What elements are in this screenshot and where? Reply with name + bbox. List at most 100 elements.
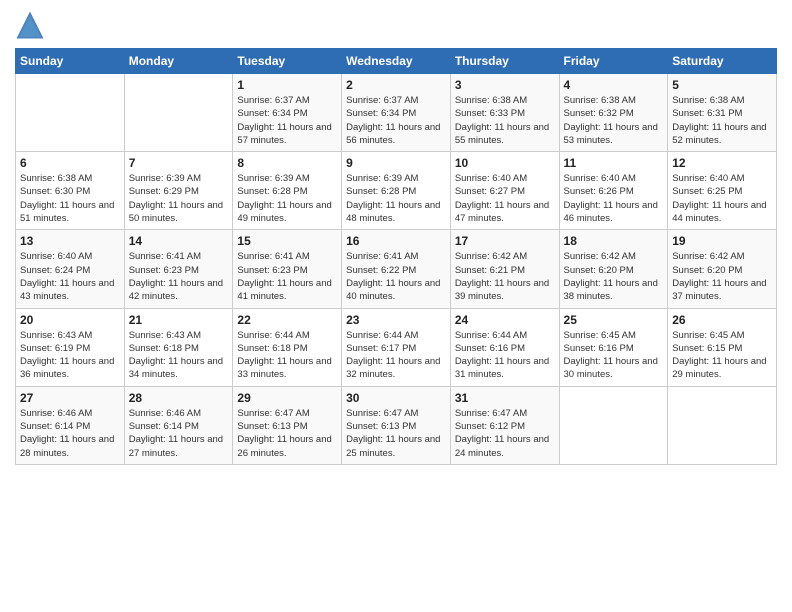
day-detail: Sunrise: 6:44 AM Sunset: 6:17 PM Dayligh… [346,329,446,382]
weekday-header: Sunday [16,49,125,74]
calendar-cell [668,386,777,464]
calendar-cell: 10Sunrise: 6:40 AM Sunset: 6:27 PM Dayli… [450,152,559,230]
calendar-cell: 5 Sunrise: 6:38 AM Sunset: 6:31 PM Daylig… [668,74,777,152]
calendar-cell: 26 Sunrise: 6:45 AM Sunset: 6:15 PM Dayli… [668,308,777,386]
calendar-cell: 17 Sunrise: 6:42 AM Sunset: 6:21 PM Dayli… [450,230,559,308]
calendar-week-row: 20Sunrise: 6:43 AM Sunset: 6:19 PM Dayli… [16,308,777,386]
calendar-cell: 2Sunrise: 6:37 AM Sunset: 6:34 PM Daylig… [342,74,451,152]
day-number: 29 [237,391,337,405]
day-detail: Sunrise: 6:39 AM Sunset: 6:29 PM Dayligh… [129,172,229,225]
weekday-header: Thursday [450,49,559,74]
day-detail: Sunrise: 6:39 AM Sunset: 6:28 PM Dayligh… [346,172,446,225]
day-number: 9 [346,156,446,170]
day-detail: Sunrise: 6:47 AM Sunset: 6:12 PM Dayligh… [455,407,555,460]
day-number: 23 [346,313,446,327]
day-number: 15 [237,234,337,248]
day-detail: Sunrise: 6:47 AM Sunset: 6:13 PM Dayligh… [237,407,337,460]
day-detail: Sunrise: 6:42 AM Sunset: 6:20 PM Dayligh… [564,250,664,303]
day-number: 26 [672,313,772,327]
day-detail: Sunrise: 6:46 AM Sunset: 6:14 PM Dayligh… [129,407,229,460]
day-number: 14 [129,234,229,248]
day-detail: Sunrise: 6:37 AM Sunset: 6:34 PM Dayligh… [237,94,337,147]
day-detail: Sunrise: 6:40 AM Sunset: 6:27 PM Dayligh… [455,172,555,225]
day-detail: Sunrise: 6:43 AM Sunset: 6:19 PM Dayligh… [20,329,120,382]
day-detail: Sunrise: 6:40 AM Sunset: 6:24 PM Dayligh… [20,250,120,303]
day-number: 28 [129,391,229,405]
calendar-cell: 24 Sunrise: 6:44 AM Sunset: 6:16 PM Dayli… [450,308,559,386]
day-detail: Sunrise: 6:45 AM Sunset: 6:15 PM Dayligh… [672,329,772,382]
day-detail: Sunrise: 6:47 AM Sunset: 6:13 PM Dayligh… [346,407,446,460]
calendar-cell: 22 Sunrise: 6:44 AM Sunset: 6:18 PM Dayli… [233,308,342,386]
day-number: 12 [672,156,772,170]
day-number: 6 [20,156,120,170]
day-detail: Sunrise: 6:45 AM Sunset: 6:16 PM Dayligh… [564,329,664,382]
calendar-cell: 11 Sunrise: 6:40 AM Sunset: 6:26 PM Dayli… [559,152,668,230]
day-detail: Sunrise: 6:46 AM Sunset: 6:14 PM Dayligh… [20,407,120,460]
day-number: 24 [455,313,555,327]
day-number: 7 [129,156,229,170]
calendar-cell: 8Sunrise: 6:39 AM Sunset: 6:28 PM Daylig… [233,152,342,230]
day-detail: Sunrise: 6:43 AM Sunset: 6:18 PM Dayligh… [129,329,229,382]
calendar-cell [124,74,233,152]
day-number: 27 [20,391,120,405]
calendar-cell: 31 Sunrise: 6:47 AM Sunset: 6:12 PM Dayli… [450,386,559,464]
calendar-cell: 27 Sunrise: 6:46 AM Sunset: 6:14 PM Dayli… [16,386,125,464]
calendar-cell: 25 Sunrise: 6:45 AM Sunset: 6:16 PM Dayli… [559,308,668,386]
day-number: 2 [346,78,446,92]
weekday-header: Friday [559,49,668,74]
day-detail: Sunrise: 6:38 AM Sunset: 6:31 PM Dayligh… [672,94,772,147]
day-number: 21 [129,313,229,327]
weekday-header-row: SundayMondayTuesdayWednesdayThursdayFrid… [16,49,777,74]
day-detail: Sunrise: 6:42 AM Sunset: 6:20 PM Dayligh… [672,250,772,303]
calendar-cell: 13 Sunrise: 6:40 AM Sunset: 6:24 PM Dayli… [16,230,125,308]
day-detail: Sunrise: 6:40 AM Sunset: 6:25 PM Dayligh… [672,172,772,225]
day-detail: Sunrise: 6:41 AM Sunset: 6:22 PM Dayligh… [346,250,446,303]
day-detail: Sunrise: 6:42 AM Sunset: 6:21 PM Dayligh… [455,250,555,303]
calendar-cell: 28 Sunrise: 6:46 AM Sunset: 6:14 PM Dayli… [124,386,233,464]
logo [15,10,49,40]
calendar-cell: 30Sunrise: 6:47 AM Sunset: 6:13 PM Dayli… [342,386,451,464]
day-number: 8 [237,156,337,170]
calendar-week-row: 13 Sunrise: 6:40 AM Sunset: 6:24 PM Dayli… [16,230,777,308]
calendar-cell: 19Sunrise: 6:42 AM Sunset: 6:20 PM Dayli… [668,230,777,308]
day-number: 13 [20,234,120,248]
day-number: 3 [455,78,555,92]
day-detail: Sunrise: 6:44 AM Sunset: 6:16 PM Dayligh… [455,329,555,382]
calendar-cell: 14Sunrise: 6:41 AM Sunset: 6:23 PM Dayli… [124,230,233,308]
day-number: 4 [564,78,664,92]
calendar-week-row: 6 Sunrise: 6:38 AM Sunset: 6:30 PM Daylig… [16,152,777,230]
weekday-header: Tuesday [233,49,342,74]
weekday-header: Saturday [668,49,777,74]
calendar-cell: 15Sunrise: 6:41 AM Sunset: 6:23 PM Dayli… [233,230,342,308]
day-number: 17 [455,234,555,248]
calendar-cell: 16Sunrise: 6:41 AM Sunset: 6:22 PM Dayli… [342,230,451,308]
calendar-cell: 7 Sunrise: 6:39 AM Sunset: 6:29 PM Daylig… [124,152,233,230]
day-number: 22 [237,313,337,327]
calendar-cell: 9 Sunrise: 6:39 AM Sunset: 6:28 PM Daylig… [342,152,451,230]
calendar-cell: 4 Sunrise: 6:38 AM Sunset: 6:32 PM Daylig… [559,74,668,152]
day-number: 31 [455,391,555,405]
calendar-week-row: 27 Sunrise: 6:46 AM Sunset: 6:14 PM Dayli… [16,386,777,464]
calendar-cell: 23 Sunrise: 6:44 AM Sunset: 6:17 PM Dayli… [342,308,451,386]
calendar-cell: 20Sunrise: 6:43 AM Sunset: 6:19 PM Dayli… [16,308,125,386]
header [15,10,777,40]
calendar-cell [16,74,125,152]
day-detail: Sunrise: 6:40 AM Sunset: 6:26 PM Dayligh… [564,172,664,225]
calendar-cell: 18Sunrise: 6:42 AM Sunset: 6:20 PM Dayli… [559,230,668,308]
day-detail: Sunrise: 6:38 AM Sunset: 6:30 PM Dayligh… [20,172,120,225]
day-detail: Sunrise: 6:38 AM Sunset: 6:32 PM Dayligh… [564,94,664,147]
day-number: 1 [237,78,337,92]
day-detail: Sunrise: 6:38 AM Sunset: 6:33 PM Dayligh… [455,94,555,147]
day-number: 25 [564,313,664,327]
calendar-week-row: 1 Sunrise: 6:37 AM Sunset: 6:34 PM Daylig… [16,74,777,152]
calendar-cell: 29 Sunrise: 6:47 AM Sunset: 6:13 PM Dayli… [233,386,342,464]
calendar-cell: 12 Sunrise: 6:40 AM Sunset: 6:25 PM Dayli… [668,152,777,230]
calendar-cell: 3 Sunrise: 6:38 AM Sunset: 6:33 PM Daylig… [450,74,559,152]
day-number: 5 [672,78,772,92]
weekday-header: Wednesday [342,49,451,74]
calendar-cell: 1 Sunrise: 6:37 AM Sunset: 6:34 PM Daylig… [233,74,342,152]
day-detail: Sunrise: 6:44 AM Sunset: 6:18 PM Dayligh… [237,329,337,382]
calendar-table: SundayMondayTuesdayWednesdayThursdayFrid… [15,48,777,465]
calendar-cell: 6 Sunrise: 6:38 AM Sunset: 6:30 PM Daylig… [16,152,125,230]
day-number: 11 [564,156,664,170]
